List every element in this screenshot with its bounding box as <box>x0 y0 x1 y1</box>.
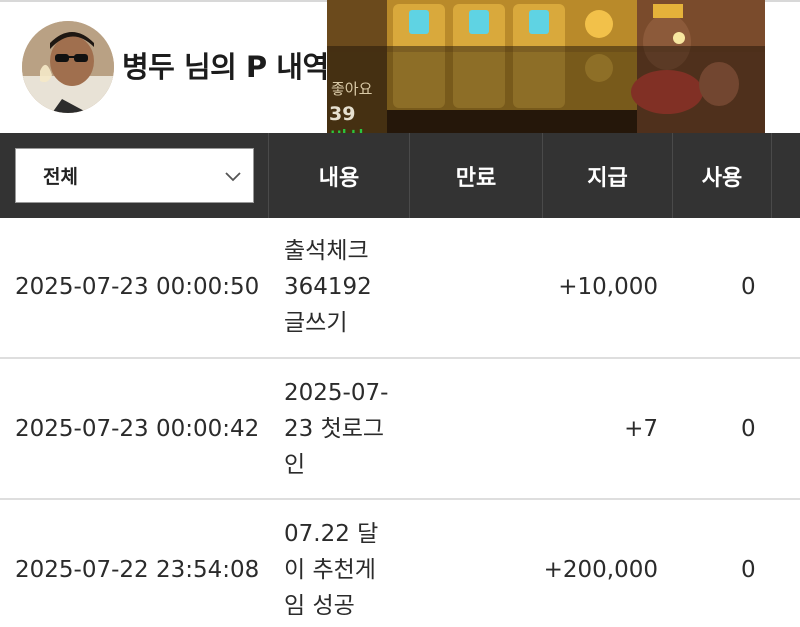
table-row: 2025-07-22 23:54:08 07.22 달 이 추천게 임 성공 +… <box>0 500 800 627</box>
table-row: 2025-07-23 00:00:42 2025-07- 23 첫로그 인 +7… <box>0 359 800 500</box>
row-used: 0 <box>741 557 756 583</box>
video-likes-label: 좋아요 <box>331 80 373 98</box>
table-row: 2025-07-23 00:00:50 출석체크 364192 글쓰기 +10,… <box>0 218 800 359</box>
column-header-content: 내용 <box>268 133 409 218</box>
row-content-line: 23 첫로그 <box>284 416 385 442</box>
chevron-down-icon <box>225 172 241 182</box>
avatar-image <box>22 21 114 113</box>
row-paid: +200,000 <box>543 557 658 583</box>
column-header-spacer <box>771 133 800 218</box>
filter-selected-value: 전체 <box>43 166 78 188</box>
avatar[interactable] <box>22 21 114 113</box>
row-content: 07.22 달 이 추천게 임 성공 <box>284 516 409 624</box>
floating-video-overlay[interactable] <box>327 0 765 150</box>
row-content-line: 글쓰기 <box>284 310 348 336</box>
filter-select[interactable]: 전체 <box>15 148 254 203</box>
row-content-line: 364192 <box>284 274 372 300</box>
row-used: 0 <box>741 274 756 300</box>
row-date: 2025-07-22 23:54:08 <box>15 557 260 583</box>
row-content-line: 출석체크 <box>284 238 369 264</box>
row-used: 0 <box>741 416 756 442</box>
page-title: 병두 님의 P 내역 <box>122 50 329 84</box>
row-paid: +10,000 <box>558 274 658 300</box>
video-likes-count: 39 <box>329 103 356 125</box>
column-header-used: 사용 <box>672 133 771 218</box>
row-date: 2025-07-23 00:00:50 <box>15 274 260 300</box>
row-content-line: 인 <box>284 452 306 478</box>
row-content-line: 임 성공 <box>284 593 355 619</box>
row-paid: +7 <box>624 416 658 442</box>
row-content-line: 이 추천게 <box>284 557 376 583</box>
slot-game-video-frame <box>327 0 765 150</box>
row-date: 2025-07-23 00:00:42 <box>15 416 260 442</box>
row-content-line: 07.22 달 <box>284 521 379 547</box>
row-content: 출석체크 364192 글쓰기 <box>284 233 409 341</box>
row-content-line: 2025-07- <box>284 380 389 406</box>
row-content: 2025-07- 23 첫로그 인 <box>284 375 409 483</box>
column-header-paid: 지급 <box>542 133 672 218</box>
column-header-expiry: 만료 <box>409 133 542 218</box>
